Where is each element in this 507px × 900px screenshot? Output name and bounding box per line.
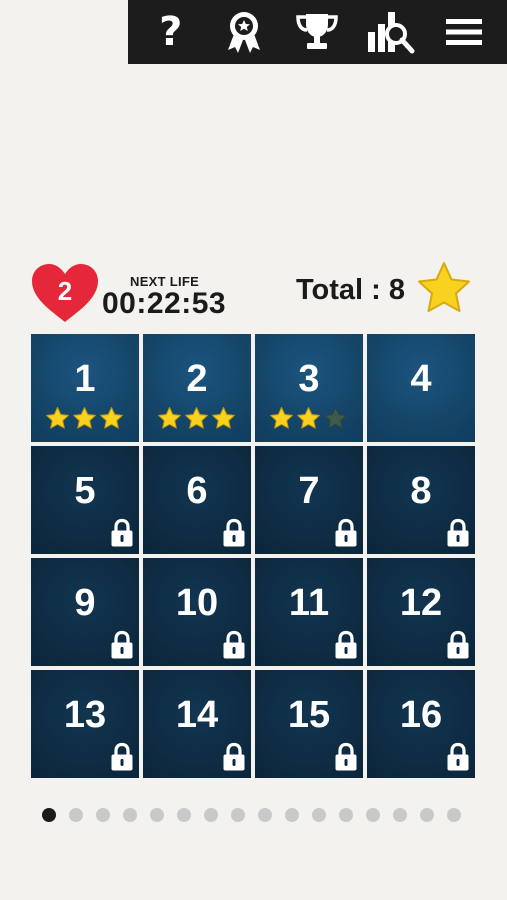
page-dot-16[interactable] <box>447 808 461 822</box>
page-dot-14[interactable] <box>393 808 407 822</box>
trophy-icon <box>296 14 339 49</box>
total-stars-label: Total : 8 <box>295 274 405 306</box>
star-filled-icon <box>73 407 96 429</box>
page-dot-4[interactable] <box>123 808 137 822</box>
level-tile-7[interactable]: 7 <box>255 446 363 554</box>
achievements-button[interactable] <box>216 4 272 60</box>
star-icon <box>418 262 470 312</box>
lock-icon <box>223 518 245 547</box>
ribbon-badge-icon <box>228 12 261 53</box>
level-tile-1[interactable]: 1 <box>31 334 139 442</box>
lock-icon <box>447 630 469 659</box>
level-tile-5[interactable]: 5 <box>31 446 139 554</box>
level-number: 11 <box>288 582 330 624</box>
level-tile-9[interactable]: 9 <box>31 558 139 666</box>
level-number: 15 <box>287 694 331 736</box>
page-dot-3[interactable] <box>96 808 110 822</box>
level-tile-6[interactable]: 6 <box>143 446 251 554</box>
page-dot-13[interactable] <box>366 808 380 822</box>
level-number: 6 <box>186 470 208 512</box>
trophy-button[interactable] <box>289 4 345 60</box>
star-filled-icon <box>100 407 123 429</box>
lock-icon <box>447 742 469 771</box>
level-number: 5 <box>74 470 96 512</box>
level-number: 16 <box>399 694 443 736</box>
level-number: 9 <box>74 582 96 624</box>
page-dot-7[interactable] <box>204 808 218 822</box>
star-filled-icon <box>185 407 208 429</box>
lives-count: 2 <box>57 276 73 306</box>
hamburger-menu-icon <box>446 19 483 45</box>
level-number: 4 <box>410 358 432 400</box>
lock-icon <box>447 518 469 547</box>
level-grid: 1 2 3 4 5 6 7 8 9 10 11 12 13 14 15 16 <box>31 334 477 780</box>
question-mark-icon: ? <box>159 9 183 55</box>
level-stars <box>45 406 124 430</box>
lock-icon <box>335 518 357 547</box>
star-filled-icon <box>212 407 235 429</box>
lock-icon <box>111 630 133 659</box>
leaderboard-button[interactable] <box>363 4 419 60</box>
level-tile-4[interactable]: 4 <box>367 334 475 442</box>
level-tile-12[interactable]: 12 <box>367 558 475 666</box>
page-dot-6[interactable] <box>177 808 191 822</box>
level-tile-2[interactable]: 2 <box>143 334 251 442</box>
level-number: 7 <box>298 470 320 512</box>
lock-icon <box>223 630 245 659</box>
stats-search-icon <box>367 12 415 54</box>
page-dot-9[interactable] <box>258 808 272 822</box>
level-number: 2 <box>186 358 208 400</box>
level-stars <box>269 406 348 430</box>
help-button[interactable]: ? <box>143 4 199 60</box>
star-filled-icon <box>158 407 181 429</box>
page-indicator <box>42 808 461 822</box>
next-life: NEXT LIFE 00:22:53 <box>102 274 226 321</box>
level-tile-15[interactable]: 15 <box>255 670 363 778</box>
page-dot-2[interactable] <box>69 808 83 822</box>
lock-icon <box>335 742 357 771</box>
level-number: 13 <box>63 694 107 736</box>
page-dot-5[interactable] <box>150 808 164 822</box>
level-number: 14 <box>175 694 219 736</box>
page-dot-8[interactable] <box>231 808 245 822</box>
menu-button[interactable] <box>436 4 492 60</box>
level-tile-8[interactable]: 8 <box>367 446 475 554</box>
lock-icon <box>223 742 245 771</box>
lives-indicator: 2 <box>30 262 100 324</box>
top-toolbar: ? <box>128 0 507 64</box>
level-tile-16[interactable]: 16 <box>367 670 475 778</box>
level-number: 3 <box>298 358 320 400</box>
page-dot-15[interactable] <box>420 808 434 822</box>
level-tile-14[interactable]: 14 <box>143 670 251 778</box>
star-filled-icon <box>297 407 320 429</box>
lock-icon <box>335 630 357 659</box>
level-number: 1 <box>74 358 96 400</box>
star-filled-icon <box>46 407 69 429</box>
level-tile-3[interactable]: 3 <box>255 334 363 442</box>
level-number: 12 <box>399 582 443 624</box>
star-empty-icon <box>324 407 347 429</box>
status-bar: 2 NEXT LIFE 00:22:53 Total : 8 <box>30 262 477 324</box>
page-dot-1[interactable] <box>42 808 56 822</box>
level-number: 10 <box>175 582 219 624</box>
level-number: 8 <box>410 470 432 512</box>
level-tile-13[interactable]: 13 <box>31 670 139 778</box>
level-tile-11[interactable]: 11 <box>255 558 363 666</box>
page-dot-10[interactable] <box>285 808 299 822</box>
lock-icon <box>111 518 133 547</box>
level-tile-10[interactable]: 10 <box>143 558 251 666</box>
lock-icon <box>111 742 133 771</box>
star-filled-icon <box>270 407 293 429</box>
page-dot-12[interactable] <box>339 808 353 822</box>
page-dot-11[interactable] <box>312 808 326 822</box>
next-life-timer: 00:22:53 <box>102 287 227 320</box>
level-stars <box>157 406 236 430</box>
